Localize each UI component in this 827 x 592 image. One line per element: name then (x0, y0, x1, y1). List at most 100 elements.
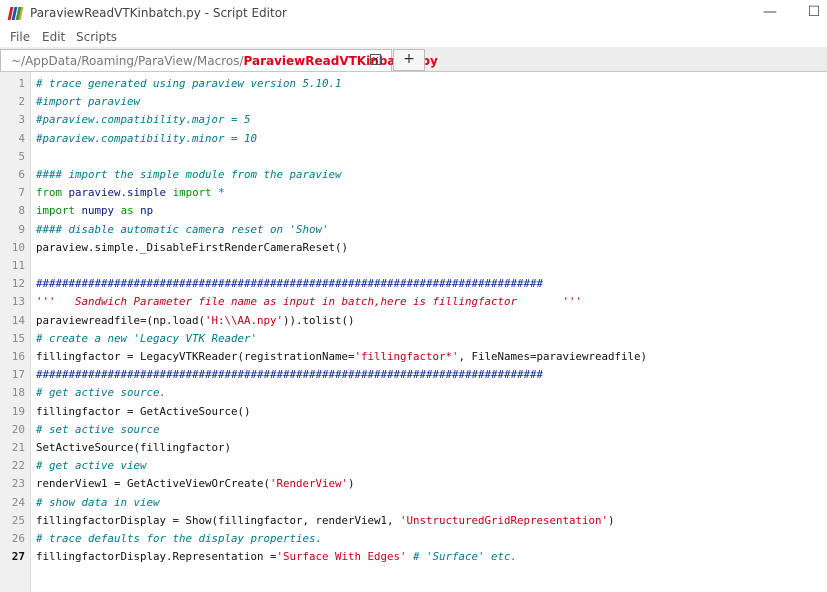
code-line: # get active source. (36, 384, 166, 402)
code-line: # trace generated using paraview version… (36, 75, 342, 93)
close-tab-icon[interactable]: × (370, 54, 381, 65)
line-number: 3 (18, 113, 25, 127)
code-editor[interactable]: 1 2 3 4 5 6 7 8 9 10 11 12 13 14 15 16 17 18 19 20 21 22 23 24 2… (0, 72, 827, 592)
line-number: 14 (11, 313, 25, 327)
line-number: 25 (11, 513, 25, 527)
code-token: fillingfactorDisplay = Show(fillingfacto… (36, 513, 401, 527)
line-number: 11 (11, 259, 25, 272)
code-token: paraview.simple (68, 186, 167, 200)
code-token: SetActiveSource(fillingfactor) (36, 441, 232, 454)
tab-path-prefix: ~/AppData/Roaming/ParaView/Macros/ (11, 54, 244, 68)
menu-edit[interactable]: Edit (42, 30, 65, 44)
code-token: 'Surface With Edges' (276, 550, 407, 564)
window-title: ParaviewReadVTKinbatch.py - Script Edito… (30, 6, 287, 20)
code-line: # create a new 'Legacy VTK Reader' (36, 330, 257, 348)
menu-scripts[interactable]: Scripts (76, 30, 117, 44)
paraview-logo-icon (7, 7, 24, 20)
code-token: # set active source (36, 422, 160, 436)
title-bar: ParaviewReadVTKinbatch.py - Script Edito… (0, 0, 827, 29)
line-number: 22 (11, 459, 25, 473)
code-token: #### import the simple module from the p… (36, 168, 342, 181)
line-number: 24 (11, 495, 25, 509)
code-token: import (36, 204, 76, 218)
code-line: from paraview.simple import * (36, 184, 225, 202)
line-number: 19 (11, 404, 25, 418)
code-line: fillingfactor = LegacyVTKReader(registra… (36, 348, 647, 366)
code-token: ''' Sandwich Parameter file name as inpu… (36, 295, 583, 309)
line-number: 7 (18, 186, 25, 200)
code-line: ########################################… (36, 275, 543, 293)
code-line: ''' Sandwich Parameter file name as inpu… (36, 293, 582, 311)
code-line: # trace defaults for the display propert… (36, 530, 322, 548)
code-token: fillingfactorDisplay.Representation = (36, 550, 277, 564)
code-token: 'H:\\AA.npy' (205, 313, 284, 327)
code-line: fillingfactorDisplay = Show(fillingfacto… (36, 512, 615, 530)
line-number: 17 (11, 368, 25, 382)
menu-bar: File Edit Scripts (0, 29, 827, 46)
code-token: #### disable automatic camera reset on '… (36, 222, 329, 236)
code-line: fillingfactorDisplay.Representation ='Su… (36, 548, 517, 566)
line-number: 4 (18, 131, 25, 145)
line-number: 12 (11, 277, 25, 291)
code-token: # show data in view (36, 495, 160, 509)
code-token: 'UnstructuredGridRepresentation' (400, 513, 609, 527)
code-token: paraviewreadfile=(np.load( (36, 313, 206, 327)
minimize-button[interactable]: — (760, 4, 780, 20)
code-token: ) (348, 477, 355, 491)
code-token: fillingfactor = LegacyVTKReader(registra… (36, 350, 355, 363)
line-number-gutter: 1 2 3 4 5 6 7 8 9 10 11 12 13 14 15 16 17 18 19 20 21 22 23 24 2… (0, 72, 31, 592)
code-token: ) (608, 513, 615, 527)
code-token: fillingfactor = GetActiveSource() (36, 404, 251, 418)
code-token: ########################################… (36, 368, 544, 382)
code-token: 'RenderView' (270, 477, 349, 491)
code-token: import (172, 186, 212, 200)
line-number: 9 (18, 222, 25, 236)
tab-script-file[interactable]: ~/AppData/Roaming/ParaView/Macros/Paravi… (0, 49, 438, 71)
code-line: #import paraview (36, 93, 140, 111)
code-line: SetActiveSource(fillingfactor) (36, 439, 231, 457)
line-number: 20 (11, 422, 25, 436)
line-number: 23 (11, 477, 25, 491)
code-token: , FileNames=paraviewreadfile) (458, 350, 648, 363)
line-number: 21 (11, 441, 25, 454)
code-line: paraview.simple._DisableFirstRenderCamer… (36, 239, 348, 257)
line-number: 8 (18, 204, 25, 218)
code-line: # show data in view (36, 494, 160, 512)
code-token: # 'Surface' etc. (413, 550, 518, 564)
line-number: 2 (18, 95, 25, 109)
code-token: from (36, 186, 63, 200)
code-token: #import paraview (36, 95, 141, 109)
code-token: np (140, 204, 154, 218)
code-token: )).tolist() (283, 313, 355, 327)
line-number: 27 (11, 550, 25, 564)
code-line: #### import the simple module from the p… (36, 166, 342, 184)
tab-bar: ~/AppData/Roaming/ParaView/Macros/Paravi… (0, 47, 827, 72)
code-line: renderView1 = GetActiveViewOrCreate('Ren… (36, 475, 355, 493)
code-line: #### disable automatic camera reset on '… (36, 221, 329, 239)
code-line: ########################################… (36, 366, 543, 384)
menu-file[interactable]: File (10, 30, 30, 44)
line-number: 6 (18, 168, 25, 181)
line-number: 16 (11, 350, 25, 363)
maximize-button[interactable]: ☐ (804, 4, 824, 20)
code-line: import numpy as np (36, 202, 153, 220)
code-token: # trace defaults for the display propert… (36, 532, 323, 545)
code-token: renderView1 = GetActiveViewOrCreate( (36, 477, 271, 491)
code-line: fillingfactor = GetActiveSource() (36, 403, 251, 421)
line-number: 5 (18, 149, 25, 163)
code-token: #paraview.compatibility.major = 5 (36, 113, 251, 127)
line-number: 10 (11, 240, 25, 254)
code-token: # get active source. (36, 386, 167, 400)
line-number: 1 (18, 77, 25, 90)
code-token: * (218, 186, 225, 200)
add-tab-button[interactable]: + (393, 49, 425, 71)
code-token: paraview.simple._DisableFirstRenderCamer… (36, 240, 349, 254)
code-line: #paraview.compatibility.major = 5 (36, 111, 251, 129)
code-token: # trace generated using paraview version… (36, 77, 342, 90)
code-token: 'fillingfactor*' (354, 350, 459, 363)
code-line: # get active view (36, 457, 147, 475)
line-number: 26 (11, 532, 25, 545)
code-token: #paraview.compatibility.minor = 10 (36, 131, 258, 145)
code-line: paraviewreadfile=(np.load('H:\\AA.npy'))… (36, 312, 355, 330)
code-line: # set active source (36, 421, 160, 439)
